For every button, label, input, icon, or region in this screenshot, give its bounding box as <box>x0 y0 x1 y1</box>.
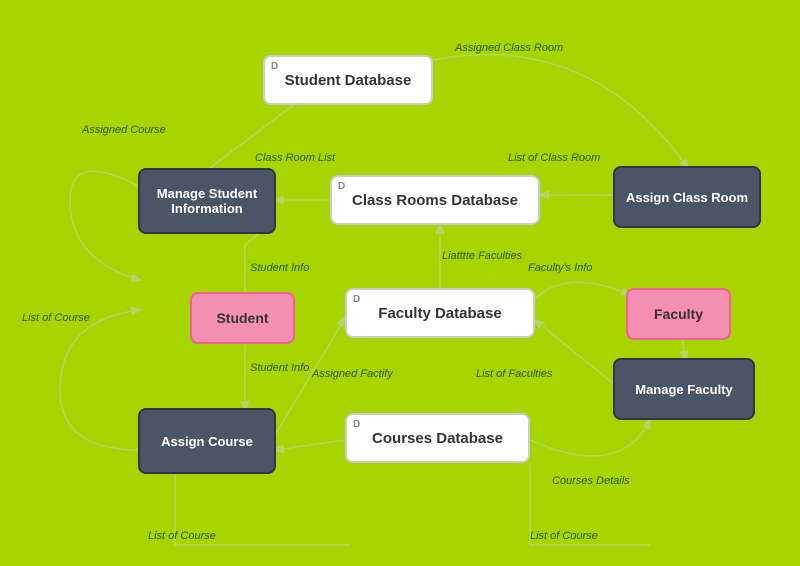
label-list-of-class-room: List of Class Room <box>508 152 600 164</box>
manage-student-node[interactable]: Manage Student Information <box>138 168 276 234</box>
diagram-container: Assigned Class Room Class Room List List… <box>0 0 800 566</box>
class-rooms-database-node[interactable]: D Class Rooms Database <box>330 175 540 225</box>
label-assigned-course: Assigned Course <box>82 124 166 136</box>
label-list-of-faculties: List of Faculties <box>476 368 552 380</box>
faculty-node[interactable]: Faculty <box>626 288 731 340</box>
label-class-room-list: Class Room List <box>255 152 335 164</box>
label-list-of-course-bottom-left: List of Course <box>148 530 216 542</box>
assign-course-node[interactable]: Assign Course <box>138 408 276 474</box>
label-student-info-1: Student Info <box>250 262 309 274</box>
manage-faculty-node[interactable]: Manage Faculty <box>613 358 755 420</box>
label-courses-details: Courses Details <box>552 475 630 487</box>
faculty-database-node[interactable]: D Faculty Database <box>345 288 535 338</box>
courses-database-node[interactable]: D Courses Database <box>345 413 530 463</box>
label-list-of-course-left: List of Course <box>22 312 90 324</box>
label-assigned-class-room: Assigned Class Room <box>455 42 563 54</box>
label-liatttte-faculties: Liatttte Faculties <box>442 250 522 262</box>
label-facultys-info: Faculty's Info <box>528 262 592 274</box>
student-node[interactable]: Student <box>190 292 295 344</box>
label-assigned-factify: Assigned Factify <box>312 368 393 380</box>
student-database-node[interactable]: D Student Database <box>263 55 433 105</box>
label-list-of-course-bottom-right: List of Course <box>530 530 598 542</box>
assign-class-room-node[interactable]: Assign Class Room <box>613 166 761 228</box>
label-student-info-2: Student Info <box>250 362 309 374</box>
